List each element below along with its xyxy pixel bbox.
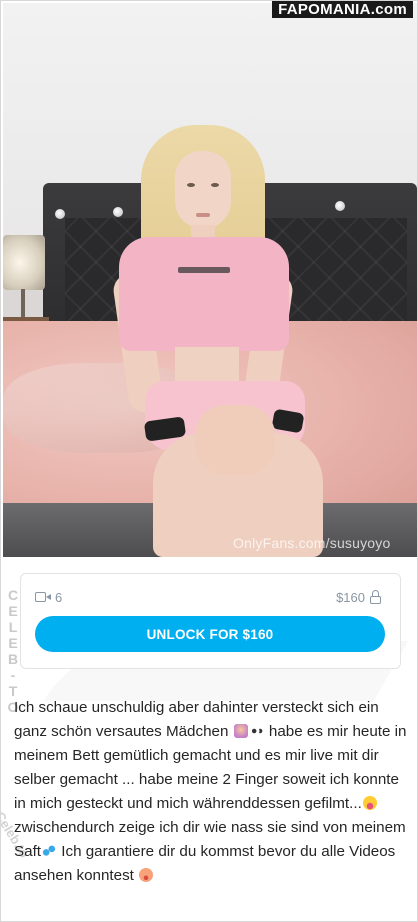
video-count: 6 [35,588,62,606]
eyes-emoji [249,724,264,738]
headboard-stud [55,209,65,219]
video-count-value: 6 [55,589,63,605]
woman-gesturing-emoji [233,724,248,738]
post-card: OnlyFans.com/susuyoyo FAPOMANIA.com 6 $1… [0,0,418,922]
side-watermark-letter: B [7,651,19,667]
side-watermark-letter: E [8,603,18,619]
photo-source-watermark: OnlyFans.com/susuyoyo [233,535,391,551]
side-watermark-letter: C [7,587,19,603]
post-caption: Ich schaue unschuldig aber dahinter vers… [14,696,410,888]
person-mouth [196,213,210,217]
flushed-emoji [139,868,154,882]
headboard-stud [113,207,123,217]
photo-lamp-stem [21,289,25,319]
person-face [175,151,231,229]
side-watermark-letter: L [8,619,18,635]
price-value: $160 [336,589,365,605]
sweat-droplets-emoji [42,844,57,858]
headboard-stud [335,201,345,211]
price-lock: $160 [336,588,381,606]
tongue-emoji [362,796,377,810]
video-camera-icon [35,591,51,603]
caption-text: Ich garantiere dir du kommst bevor du al… [14,843,396,884]
person-eye [187,183,195,187]
lock-icon [370,590,381,604]
photo-lamp [3,235,45,290]
person-eye [211,183,219,187]
side-watermark-letter: - [10,667,16,683]
shirt-print [178,267,230,273]
unlock-button[interactable]: UNLOCK FOR $160 [35,616,385,652]
person-shirt [119,237,289,351]
side-watermark-letter: E [8,635,18,651]
site-watermark: FAPOMANIA.com [272,1,413,18]
person-hands [195,405,275,475]
post-photo[interactable]: OnlyFans.com/susuyoyo [3,3,417,557]
